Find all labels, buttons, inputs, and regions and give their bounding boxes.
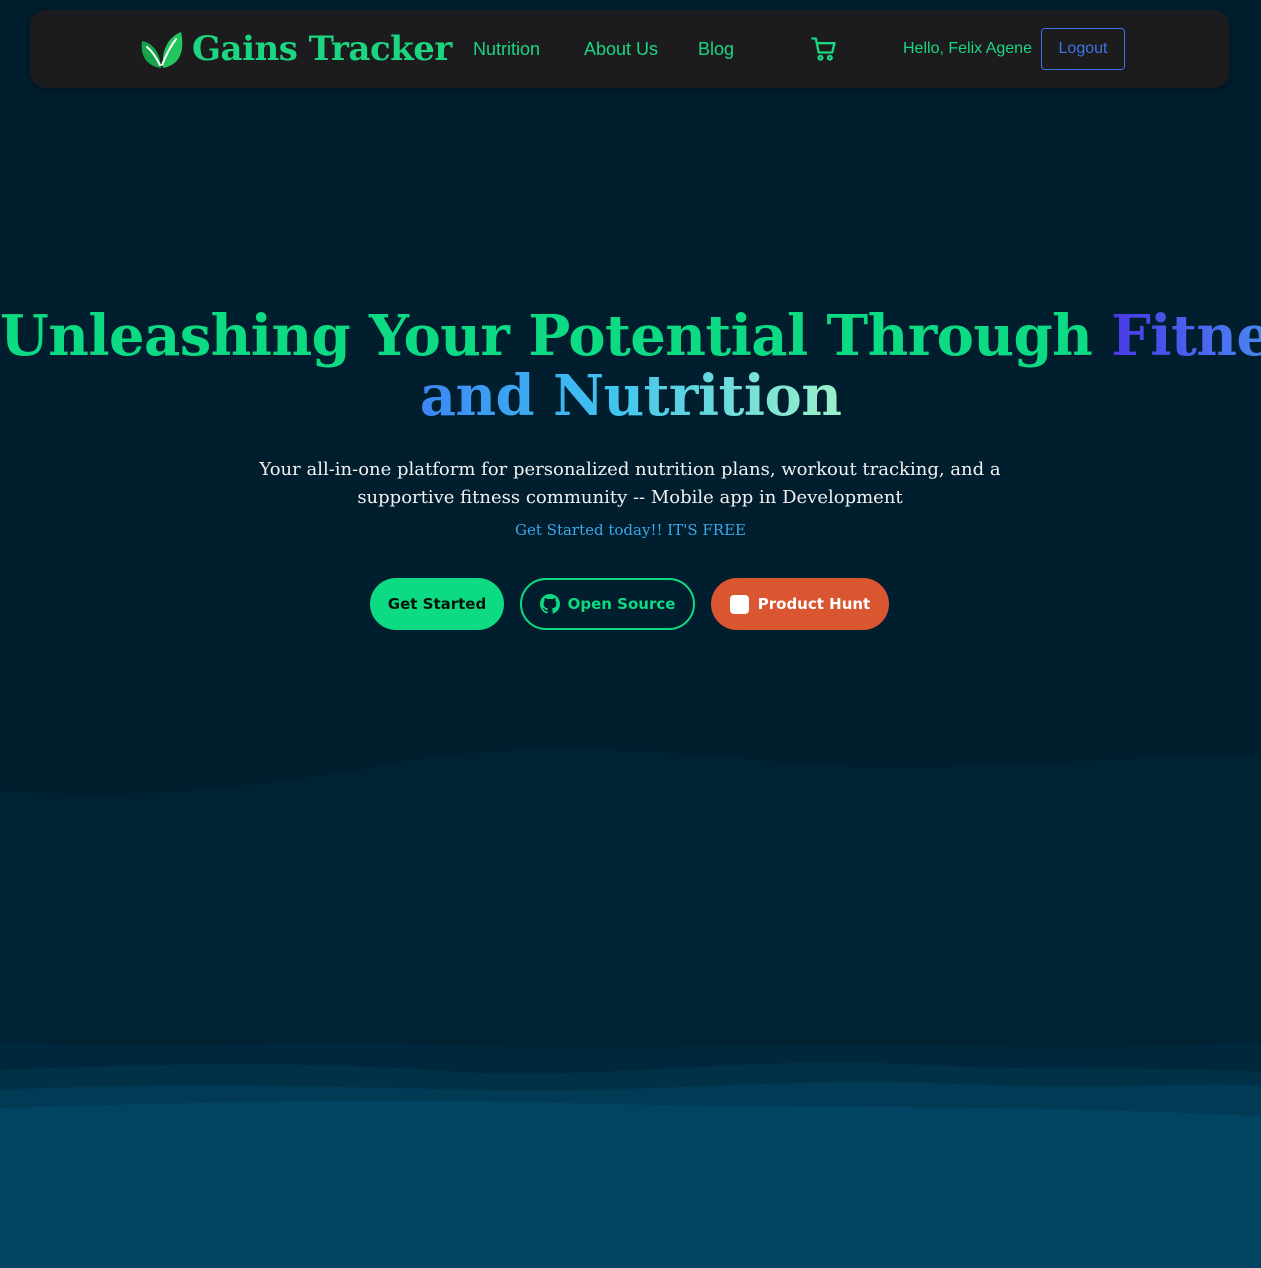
user-greeting: Hello, Felix Agene [903,40,1032,57]
get-started-label: Get Started [387,595,487,613]
leaf-logo-icon [141,32,183,68]
logout-button[interactable]: Logout [1041,28,1125,70]
nav-link-blog[interactable]: Blog [698,37,734,61]
open-source-label: Open Source [567,595,676,613]
page: Gains Tracker Nutrition About Us Blog He… [0,0,1261,1268]
brand-link[interactable]: Gains Tracker [140,25,452,73]
open-source-button[interactable]: Open Source [520,578,695,630]
hero-tagline: Get Started today!! IT'S FREE [515,521,746,539]
github-icon [539,594,560,614]
hero-title-nutrition: Nutrition [552,363,842,429]
cart-icon[interactable] [810,35,838,63]
hero-title-green-text: Unleashing Your Potential Through [0,303,1093,369]
product-hunt-label: Product Hunt [757,595,871,613]
hero-title: Unleashing Your Potential Through Fitnes… [0,306,1261,426]
get-started-button[interactable]: Get Started [370,578,504,630]
hero-title-line-1: Unleashing Your Potential Through Fitnes… [0,306,1261,366]
navbar: Gains Tracker Nutrition About Us Blog He… [30,10,1229,88]
nav-link-nutrition[interactable]: Nutrition [473,37,540,61]
hero-title-fitness: Fitness [1111,303,1261,369]
hero-title-line-2: and Nutrition [0,366,1261,426]
hero-title-and-nutrition: and Nutrition [420,363,842,429]
hero-subtitle: Your all-in-one platform for personalize… [259,459,1001,508]
nav-link-about-us[interactable]: About Us [584,37,658,61]
wave-background [0,749,1261,1268]
product-hunt-icon [729,594,749,614]
hero-title-and: and [419,363,535,429]
product-hunt-button[interactable]: Product Hunt [711,578,889,630]
brand-name: Gains Tracker [192,29,452,69]
